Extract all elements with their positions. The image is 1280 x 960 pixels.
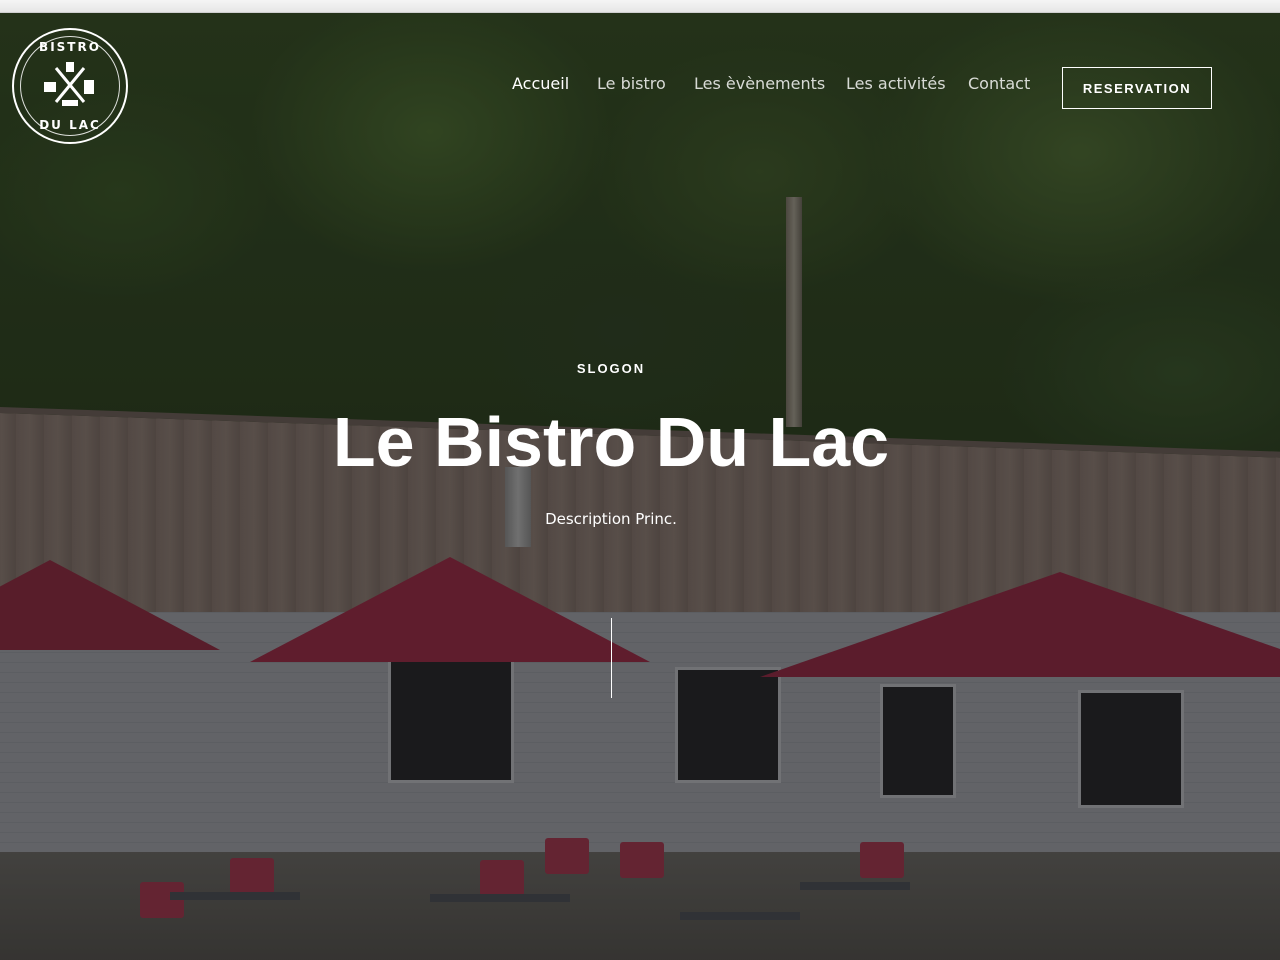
nav-item-le-bistro[interactable]: Le bistro bbox=[597, 74, 666, 93]
hero-description: Description Princ. bbox=[545, 510, 677, 528]
hero-title: Le Bistro Du Lac bbox=[332, 403, 890, 481]
reservation-button[interactable]: RESERVATION bbox=[1062, 67, 1212, 109]
browser-top-strip bbox=[0, 0, 1280, 13]
crossed-utensils-icon bbox=[44, 62, 94, 106]
site-logo[interactable]: BISTRO DU LAC bbox=[12, 28, 128, 144]
hero-section bbox=[0, 12, 1280, 960]
hero-slogan: SLOGON bbox=[576, 361, 646, 376]
nav-item-contact[interactable]: Contact bbox=[968, 74, 1030, 93]
nav-item-accueil[interactable]: Accueil bbox=[512, 74, 569, 93]
logo-bottom-text: DU LAC bbox=[39, 118, 101, 132]
nav-item-les-evenements[interactable]: Les èvènements bbox=[694, 74, 825, 93]
scroll-indicator-line bbox=[611, 618, 612, 698]
logo-top-text: BISTRO bbox=[39, 40, 101, 54]
hero-dark-overlay bbox=[0, 12, 1280, 960]
nav-item-les-activites[interactable]: Les activités bbox=[846, 74, 946, 93]
